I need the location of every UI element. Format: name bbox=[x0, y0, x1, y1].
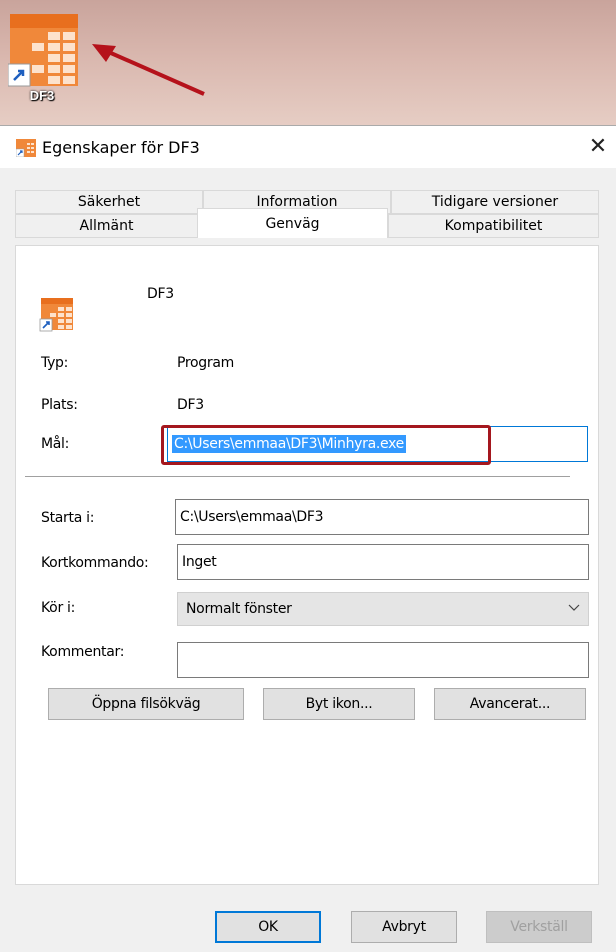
dialog-title: Egenskaper för DF3 bbox=[42, 138, 200, 157]
run-mode-select[interactable]: Normalt fönster bbox=[177, 592, 589, 626]
cancel-button[interactable]: Avbryt bbox=[351, 911, 457, 943]
ok-button[interactable]: OK bbox=[215, 911, 321, 943]
advanced-button[interactable]: Avancerat... bbox=[434, 688, 586, 720]
shortcut-key-field[interactable]: Inget bbox=[177, 544, 589, 580]
chevron-down-icon bbox=[568, 604, 580, 611]
shortcut-name: DF3 bbox=[147, 286, 174, 302]
mal-label: Mål: bbox=[41, 436, 70, 452]
spreadsheet-app-icon bbox=[7, 14, 78, 87]
tab-genvag[interactable]: Genväg bbox=[197, 208, 388, 238]
plats-value: DF3 bbox=[177, 397, 204, 413]
typ-value: Program bbox=[177, 355, 234, 371]
shortcut-app-icon bbox=[39, 298, 73, 332]
close-button[interactable]: ✕ bbox=[584, 134, 612, 160]
df3-desktop-shortcut[interactable] bbox=[7, 10, 82, 120]
desktop-background: DF3 bbox=[0, 0, 616, 125]
kommentar-label: Kommentar: bbox=[41, 644, 125, 660]
desktop-shortcut-label: DF3 bbox=[29, 88, 55, 103]
run-mode-value: Normalt fönster bbox=[186, 601, 292, 617]
tab-sakerhet[interactable]: Säkerhet bbox=[15, 190, 203, 214]
target-field[interactable]: C:\Users\emmaa\DF3\Minhyra.exe bbox=[167, 426, 588, 462]
comment-field[interactable] bbox=[177, 642, 589, 678]
target-value: C:\Users\emmaa\DF3\Minhyra.exe bbox=[172, 435, 406, 453]
dialog-titlebar[interactable]: Egenskaper för DF3 ✕ bbox=[0, 126, 616, 168]
start-in-field[interactable]: C:\Users\emmaa\DF3 bbox=[175, 499, 589, 535]
kor-label: Kör i: bbox=[41, 600, 76, 616]
change-icon-button[interactable]: Byt ikon... bbox=[263, 688, 415, 720]
starta-label: Starta i: bbox=[41, 510, 95, 526]
tab-allmant[interactable]: Allmänt bbox=[15, 214, 198, 238]
red-arrow-annotation bbox=[92, 44, 205, 96]
typ-label: Typ: bbox=[41, 355, 69, 371]
properties-dialog: Egenskaper för DF3 ✕ Säkerhet Informatio… bbox=[0, 125, 616, 952]
apply-button[interactable]: Verkställ bbox=[486, 911, 592, 943]
open-file-location-button[interactable]: Öppna filsökväg bbox=[48, 688, 244, 720]
kortkommando-label: Kortkommando: bbox=[41, 555, 149, 571]
separator bbox=[25, 476, 570, 477]
app-title-icon bbox=[16, 139, 36, 157]
plats-label: Plats: bbox=[41, 397, 78, 413]
tab-tidigare-versioner[interactable]: Tidigare versioner bbox=[391, 190, 599, 214]
tab-kompatibilitet[interactable]: Kompatibilitet bbox=[388, 214, 599, 238]
close-icon: ✕ bbox=[588, 134, 608, 159]
